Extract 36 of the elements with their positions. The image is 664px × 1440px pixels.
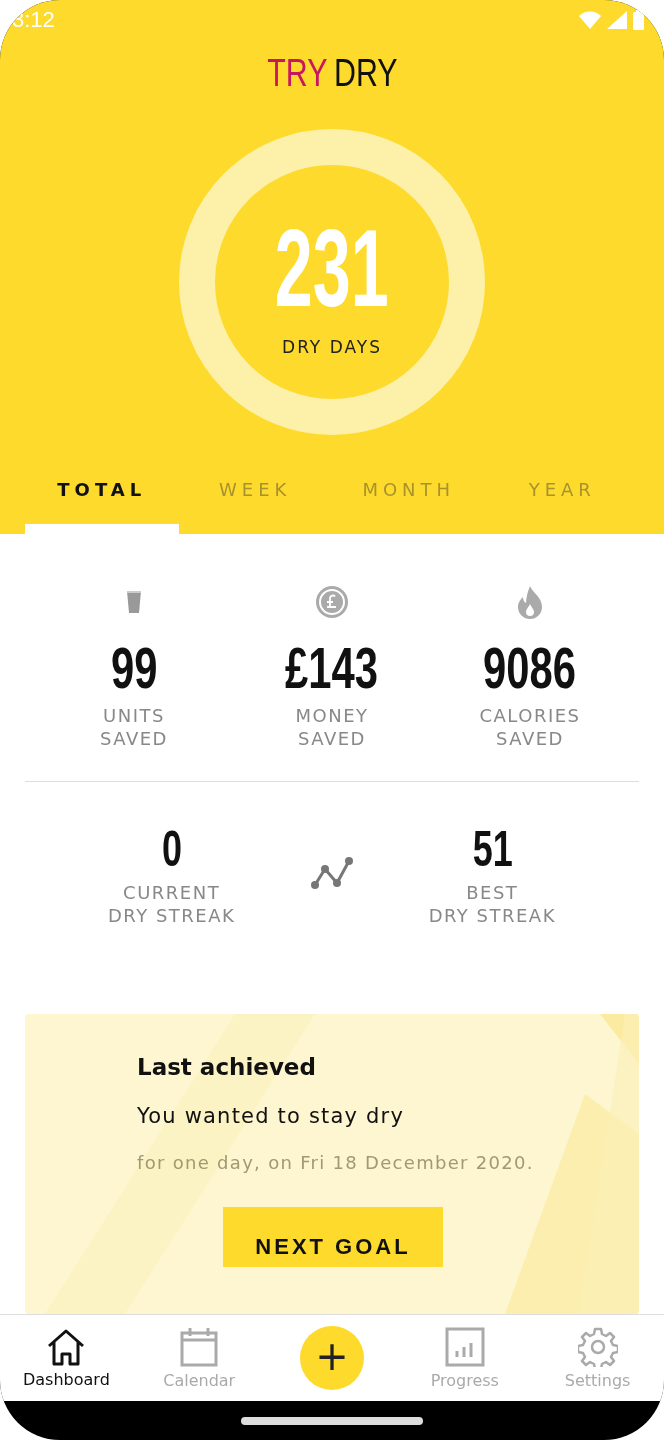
streak-label: BEST DRY STREAK xyxy=(428,880,556,928)
glass-icon xyxy=(126,590,142,614)
period-tab[interactable]: WEEK xyxy=(178,463,332,534)
card-title: Last achieved xyxy=(137,1054,317,1080)
stat-value: 9086 xyxy=(483,636,577,700)
stat-value: £143 xyxy=(285,636,379,700)
calendar-icon xyxy=(180,1326,219,1367)
battery-icon xyxy=(633,10,644,30)
settings-icon xyxy=(577,1326,618,1367)
nav-item[interactable]: Progress xyxy=(398,1326,532,1390)
app-logo: TRY DRY xyxy=(266,52,398,95)
nav-item[interactable]: Settings xyxy=(531,1326,664,1390)
stat-label: UNITS SAVED xyxy=(100,703,168,751)
home-icon xyxy=(46,1327,87,1366)
nav-item[interactable]: Dashboard xyxy=(0,1327,133,1389)
flame-icon xyxy=(517,585,543,619)
card-subtitle: You wanted to stay dry xyxy=(137,1104,406,1128)
nav-item[interactable]: Calendar xyxy=(132,1326,266,1390)
period-tab[interactable]: YEAR xyxy=(485,463,639,534)
trend-line-icon xyxy=(310,855,354,890)
add-button[interactable]: + xyxy=(300,1326,364,1390)
wifi-icon xyxy=(579,11,601,29)
card-detail: for one day, on Fri 18 December 2020. xyxy=(137,1152,535,1173)
streak-value: 51 xyxy=(472,821,513,877)
next-goal-button[interactable]: NEXT GOAL xyxy=(223,1207,443,1267)
stat-value: 99 xyxy=(110,636,158,700)
dry-days-label: DRY DAYS xyxy=(282,337,382,357)
streak-value: 0 xyxy=(161,821,182,877)
bar-chart-icon xyxy=(444,1326,485,1367)
signal-icon xyxy=(607,11,627,29)
dry-days-count: 231 xyxy=(275,213,389,323)
stat-label: CALORIES SAVED xyxy=(479,703,581,751)
period-tab[interactable]: MONTH xyxy=(332,463,486,534)
streak-label: CURRENT DRY STREAK xyxy=(107,880,236,928)
stat-label: MONEY SAVED xyxy=(295,703,369,751)
pound-coin-icon xyxy=(315,585,349,619)
